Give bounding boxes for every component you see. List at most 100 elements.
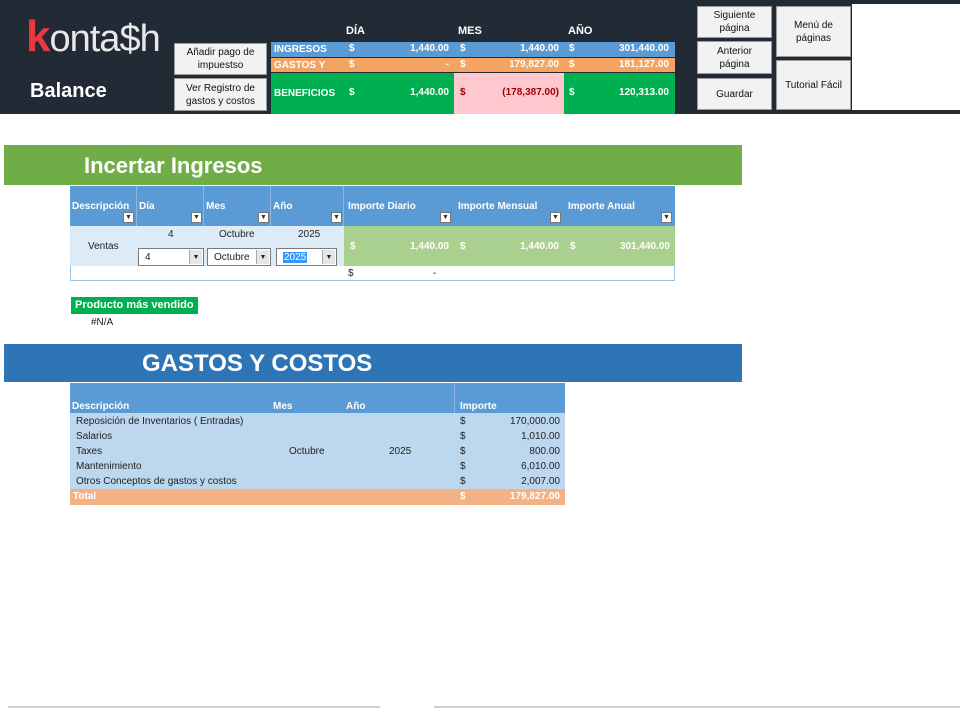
row-mes[interactable]: Octubre [219,229,255,240]
beneficios-mes: (178,387.00) [502,87,559,98]
filter-dropdown-icon[interactable]: ▼ [331,212,342,223]
header-cell: Importe Mensual ▼ [454,186,564,226]
gastos-row-descripcion: Salarios [76,431,113,442]
col-header-mes: MES [458,25,482,37]
ano-select-value: 2025 [283,251,308,263]
col-header-dia: DÍA [346,25,365,37]
row-importe-anual: 301,440.00 [619,241,670,252]
gastos-mes-value: Octubre [289,446,325,457]
gastos-row-descripcion: Mantenimiento [76,461,142,472]
easy-tutorial-button[interactable]: Tutorial Fácil [776,60,851,110]
filter-dropdown-icon[interactable]: ▼ [123,212,134,223]
filter-dropdown-icon[interactable]: ▼ [550,212,561,223]
gastos-row-descripcion: Taxes [76,446,103,457]
logo-text: onta$h [49,18,160,60]
currency-symbol: $ [349,59,355,70]
currency-symbol: $ [460,241,466,252]
currency-symbol: $ [460,461,466,472]
total-label: Total [73,491,97,502]
header-cell: Importe Anual ▼ [564,186,675,226]
header-ano: Año [273,201,293,212]
header-right-blank [852,4,960,110]
chevron-down-icon[interactable]: ▼ [322,250,335,264]
row-descripcion[interactable]: Ventas [88,241,119,252]
header-mes: Mes [206,201,226,212]
pages-menu-button[interactable]: Menú de páginas [776,6,851,57]
filter-dropdown-icon[interactable]: ▼ [258,212,269,223]
gastos-row-importe: 170,000.00 [509,416,560,427]
logo-letter-k: k [26,12,51,61]
currency-symbol: $ [569,59,575,70]
add-tax-payment-button[interactable]: Añadir pago de impuestso [174,43,267,75]
gastos-row-importe: 1,010.00 [521,431,560,442]
col-header-ano: AÑO [568,25,593,37]
header-ano: Año [346,401,366,412]
total-importe: 179,827.00 [509,491,560,502]
dia-select-value: 4 [145,251,151,263]
filter-dropdown-icon[interactable]: ▼ [440,212,451,223]
bottom-divider [8,706,380,708]
gastos-label: GASTOS Y [274,59,326,71]
header-dia: Día [139,201,155,212]
total-value: - [433,268,437,279]
bottom-divider [434,706,960,708]
mes-select-value: Octubre [214,251,250,263]
currency-symbol: $ [569,87,575,98]
gastos-ano: 181,127.00 [618,59,669,70]
ingresos-section-title: Incertar Ingresos [84,153,263,178]
currency-symbol: $ [349,87,355,98]
beneficios-ano-cell: $ 120,313.00 [564,73,675,114]
save-button[interactable]: Guardar [697,78,772,110]
gastos-row-descripcion: Otros Conceptos de gastos y costos [76,476,237,487]
header-cell: Día ▼ [137,186,204,226]
gastos-total-row: Total $ 179,827.00 [70,489,565,505]
header-importe: Importe [460,401,497,412]
row-importe-mensual: 1,440.00 [520,241,559,252]
chevron-down-icon[interactable]: ▼ [189,250,202,264]
currency-symbol: $ [460,43,466,54]
best-seller-value: #N/A [91,317,114,328]
gastos-ano-value: 2025 [389,446,412,457]
total-currency: $ [348,268,354,279]
currency-symbol: $ [570,241,576,252]
currency-symbol: $ [460,431,466,442]
dia-select[interactable]: 4 ▼ [138,248,204,266]
summary-row-gastos: GASTOS Y $ - $ 179,827.00 $ 181,127.00 [271,58,675,72]
currency-symbol: $ [460,476,466,487]
gastos-section-bar: GASTOS Y COSTOS [4,344,742,382]
previous-page-button[interactable]: Anterior página [697,41,772,74]
currency-symbol: $ [460,491,466,502]
gastos-mes: 179,827.00 [508,59,559,70]
beneficios-dia: 1,440.00 [410,87,449,98]
header-importe-anual: Importe Anual [568,201,635,212]
ingresos-dia: 1,440.00 [410,43,449,54]
ingresos-label: INGRESOS [274,44,327,55]
filter-dropdown-icon[interactable]: ▼ [661,212,672,223]
filter-dropdown-icon[interactable]: ▼ [191,212,202,223]
row-ano[interactable]: 2025 [298,229,320,240]
view-expense-register-button[interactable]: Ver Registro de gastos y costos [174,78,267,111]
gastos-row-importe: 6,010.00 [521,461,560,472]
column-divider [454,383,455,413]
header-importe-mensual: Importe Mensual [458,201,538,212]
ingresos-total-row [70,266,675,281]
ingresos-table-header: Descripción ▼ Día ▼ Mes ▼ Año ▼ Importe … [70,186,675,226]
row-dia[interactable]: 4 [168,229,174,240]
beneficios-ano: 120,313.00 [618,87,669,98]
next-page-button[interactable]: Siguiente página [697,6,772,38]
header-cell: Mes ▼ [204,186,271,226]
currency-symbol: $ [460,59,466,70]
header-descripcion: Descripción [72,201,130,212]
header-cell: Año ▼ [271,186,344,226]
mes-select[interactable]: Octubre ▼ [207,248,271,266]
currency-symbol: $ [569,43,575,54]
header-cell: Importe Diario ▼ [344,186,454,226]
currency-symbol: $ [349,43,355,54]
ano-select[interactable]: 2025 ▼ [276,248,337,266]
chevron-down-icon[interactable]: ▼ [256,250,269,264]
header-mes: Mes [273,401,293,412]
gastos-section-title: GASTOS Y COSTOS [142,350,373,377]
gastos-dia: - [445,59,449,70]
best-seller-label: Producto más vendido [71,297,198,314]
currency-symbol: $ [460,87,466,98]
